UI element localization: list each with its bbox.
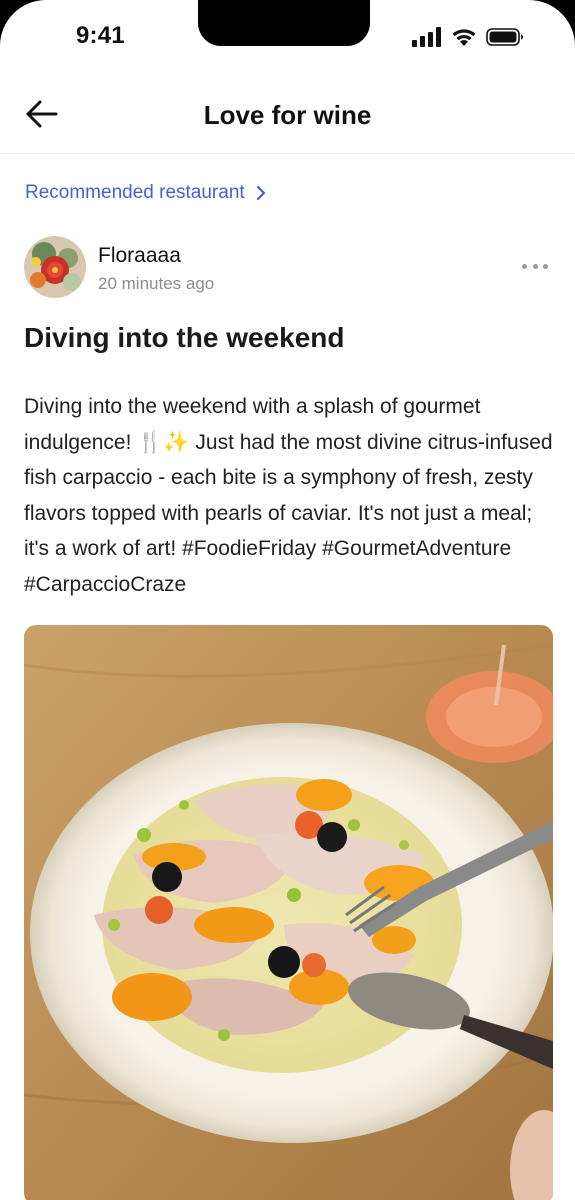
battery-icon [486, 28, 523, 46]
dynamic-island [198, 0, 370, 46]
author-row: Floraaaa 20 minutes ago [24, 236, 552, 298]
header: Love for wine [0, 72, 575, 154]
post-title: Diving into the weekend [24, 322, 345, 353]
post-time: 20 minutes ago [98, 274, 215, 293]
recommended-restaurant-link[interactable]: Recommended restaurant [25, 182, 267, 204]
author-name[interactable]: Floraaaa [98, 244, 181, 268]
post-image[interactable] [24, 625, 553, 1200]
page-title: Love for wine [203, 100, 372, 130]
signal-icon [412, 27, 441, 47]
status-icons [412, 26, 524, 48]
post-body: Diving into the weekend with a splash of… [24, 395, 553, 596]
status-time: 9:41 [76, 22, 125, 49]
avatar[interactable] [24, 236, 86, 298]
carpaccio-photo [24, 625, 553, 1200]
more-options-button[interactable] [518, 256, 552, 276]
chevron-right-icon [256, 185, 265, 201]
status-bar: 9:41 [0, 0, 575, 72]
more-horizontal-icon [522, 263, 527, 269]
recommended-restaurant-label: Recommended restaurant [25, 182, 245, 203]
wifi-icon [452, 29, 476, 46]
phone-screen: 9:41 Love for wine Recommended restauran… [0, 0, 575, 1200]
